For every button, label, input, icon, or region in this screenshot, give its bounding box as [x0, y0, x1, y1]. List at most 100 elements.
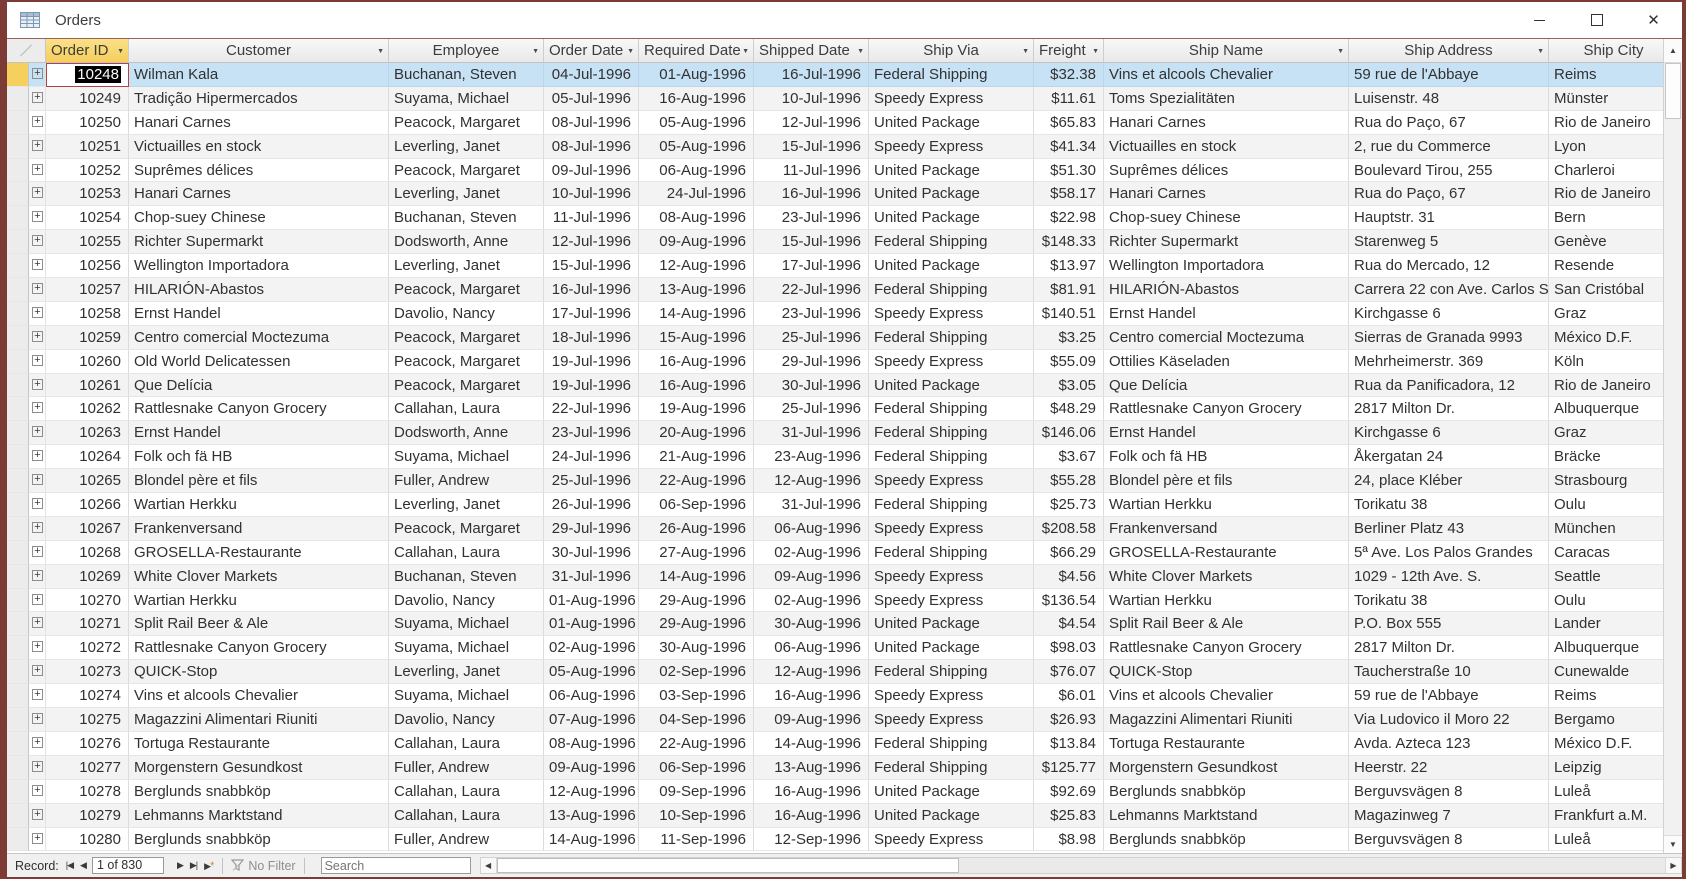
cell-freight[interactable]: $48.29: [1034, 397, 1104, 422]
cell-ship-name[interactable]: Vins et alcools Chevalier: [1104, 684, 1349, 709]
cell-order-id[interactable]: 10257: [46, 278, 129, 302]
cell-order-id[interactable]: 10261: [46, 373, 129, 398]
row-selector[interactable]: [7, 731, 29, 756]
cell-order-date[interactable]: 11-Jul-1996: [544, 206, 639, 231]
cell-required-date[interactable]: 09-Sep-1996: [639, 779, 754, 804]
cell-employee[interactable]: Fuller, Andrew: [389, 827, 544, 852]
cell-employee[interactable]: Peacock, Margaret: [389, 373, 544, 398]
cell-required-date[interactable]: 27-Aug-1996: [639, 540, 754, 565]
expand-row-icon[interactable]: +: [32, 760, 43, 772]
search-input[interactable]: [320, 857, 471, 874]
cell-freight[interactable]: $92.69: [1034, 779, 1104, 804]
cell-order-date[interactable]: 06-Aug-1996: [544, 684, 639, 709]
cell-customer[interactable]: Suprêmes délices: [129, 158, 389, 183]
cell-customer[interactable]: Tradição Hipermercados: [129, 86, 389, 111]
cell-employee[interactable]: Dodsworth, Anne: [389, 230, 544, 255]
cell-ship-via[interactable]: Speedy Express: [869, 349, 1034, 374]
cell-ship-address[interactable]: 2, rue du Commerce: [1349, 134, 1549, 159]
column-menu-arrow-icon[interactable]: ▼: [532, 40, 539, 62]
expand-row-icon[interactable]: +: [32, 713, 43, 725]
cell-employee[interactable]: Peacock, Margaret: [389, 349, 544, 374]
cell-employee[interactable]: Leverling, Janet: [389, 493, 544, 517]
cell-ship-name[interactable]: Que Delícia: [1104, 373, 1349, 398]
cell-shipped-date[interactable]: 15-Jul-1996: [754, 134, 869, 159]
cell-freight[interactable]: $98.03: [1034, 636, 1104, 661]
cell-order-id[interactable]: 10279: [46, 803, 129, 828]
cell-required-date[interactable]: 10-Sep-1996: [639, 803, 754, 828]
cell-ship-via[interactable]: Speedy Express: [869, 588, 1034, 613]
record-position-box[interactable]: 1 of 830: [91, 857, 164, 874]
cell-ship-address[interactable]: 5ª Ave. Los Palos Grandes: [1349, 540, 1549, 565]
cell-order-id[interactable]: 10265: [46, 469, 129, 494]
cell-order-date[interactable]: 31-Jul-1996: [544, 564, 639, 589]
row-selector[interactable]: [7, 278, 29, 302]
cell-order-id[interactable]: 10274: [46, 684, 129, 709]
cell-ship-city[interactable]: Genève: [1549, 230, 1663, 255]
expand-row-icon[interactable]: +: [32, 402, 43, 414]
cell-ship-name[interactable]: Blondel père et fils: [1104, 469, 1349, 494]
cell-order-id[interactable]: 10268: [46, 540, 129, 565]
column-header-ship-name[interactable]: Ship Name ▼: [1104, 39, 1349, 63]
cell-order-id[interactable]: 10270: [46, 588, 129, 613]
cell-order-id[interactable]: 10269: [46, 564, 129, 589]
cell-required-date[interactable]: 13-Aug-1996: [639, 278, 754, 302]
cell-ship-city[interactable]: México D.F.: [1549, 325, 1663, 350]
row-selector[interactable]: [7, 660, 29, 685]
cell-ship-via[interactable]: Federal Shipping: [869, 421, 1034, 446]
cell-freight[interactable]: $3.67: [1034, 445, 1104, 470]
cell-order-date[interactable]: 08-Aug-1996: [544, 731, 639, 756]
cell-required-date[interactable]: 22-Aug-1996: [639, 469, 754, 494]
cell-ship-name[interactable]: Ottilies Käseladen: [1104, 349, 1349, 374]
close-button[interactable]: ✕: [1625, 2, 1682, 38]
expand-row-icon[interactable]: +: [32, 163, 43, 175]
cell-ship-name[interactable]: HILARIÓN-Abastos: [1104, 278, 1349, 302]
cell-ship-via[interactable]: Federal Shipping: [869, 540, 1034, 565]
cell-ship-address[interactable]: Kirchgasse 6: [1349, 421, 1549, 446]
cell-order-id[interactable]: 10255: [46, 230, 129, 255]
cell-ship-via[interactable]: Federal Shipping: [869, 325, 1034, 350]
expand-row-icon[interactable]: +: [32, 354, 43, 366]
expand-row-icon[interactable]: +: [32, 784, 43, 796]
cell-customer[interactable]: Tortuga Restaurante: [129, 731, 389, 756]
cell-ship-name[interactable]: Berglunds snabbköp: [1104, 779, 1349, 804]
cell-customer[interactable]: Blondel père et fils: [129, 469, 389, 494]
row-selector[interactable]: [7, 493, 29, 517]
cell-ship-city[interactable]: Graz: [1549, 301, 1663, 326]
row-selector[interactable]: [7, 564, 29, 589]
cell-employee[interactable]: Callahan, Laura: [389, 397, 544, 422]
last-record-button[interactable]: ▶|: [190, 860, 198, 871]
cell-ship-address[interactable]: Hauptstr. 31: [1349, 206, 1549, 231]
row-selector[interactable]: [7, 779, 29, 804]
vertical-scroll-thumb[interactable]: [1665, 63, 1681, 119]
column-menu-arrow-icon[interactable]: ▼: [1022, 40, 1029, 62]
row-selector[interactable]: [7, 63, 29, 87]
cell-ship-city[interactable]: München: [1549, 516, 1663, 541]
cell-ship-via[interactable]: Speedy Express: [869, 684, 1034, 709]
cell-ship-via[interactable]: Federal Shipping: [869, 660, 1034, 685]
expand-row-icon[interactable]: +: [32, 426, 43, 438]
column-menu-arrow-icon[interactable]: ▼: [857, 40, 864, 62]
column-header-order-id[interactable]: Order ID ▼: [46, 39, 129, 63]
expand-row-icon[interactable]: +: [32, 211, 43, 223]
horizontal-scrollbar[interactable]: ◀ ▶: [479, 857, 1682, 874]
cell-order-date[interactable]: 30-Jul-1996: [544, 540, 639, 565]
cell-shipped-date[interactable]: 06-Aug-1996: [754, 516, 869, 541]
cell-freight[interactable]: $125.77: [1034, 755, 1104, 780]
cell-shipped-date[interactable]: 25-Jul-1996: [754, 325, 869, 350]
cell-shipped-date[interactable]: 09-Aug-1996: [754, 708, 869, 732]
cell-ship-name[interactable]: Centro comercial Moctezuma: [1104, 325, 1349, 350]
cell-ship-city[interactable]: San Cristóbal: [1549, 278, 1663, 302]
cell-ship-name[interactable]: Vins et alcools Chevalier: [1104, 63, 1349, 87]
cell-ship-via[interactable]: United Package: [869, 636, 1034, 661]
cell-customer[interactable]: Wilman Kala: [129, 63, 389, 87]
cell-required-date[interactable]: 24-Jul-1996: [639, 182, 754, 207]
cell-ship-address[interactable]: Heerstr. 22: [1349, 755, 1549, 780]
cell-ship-via[interactable]: United Package: [869, 779, 1034, 804]
cell-ship-via[interactable]: Federal Shipping: [869, 63, 1034, 87]
first-record-button[interactable]: |◀: [66, 860, 74, 871]
cell-required-date[interactable]: 08-Aug-1996: [639, 206, 754, 231]
cell-required-date[interactable]: 06-Sep-1996: [639, 755, 754, 780]
cell-ship-via[interactable]: Speedy Express: [869, 516, 1034, 541]
expand-row-icon[interactable]: +: [32, 139, 43, 151]
cell-employee[interactable]: Davolio, Nancy: [389, 301, 544, 326]
